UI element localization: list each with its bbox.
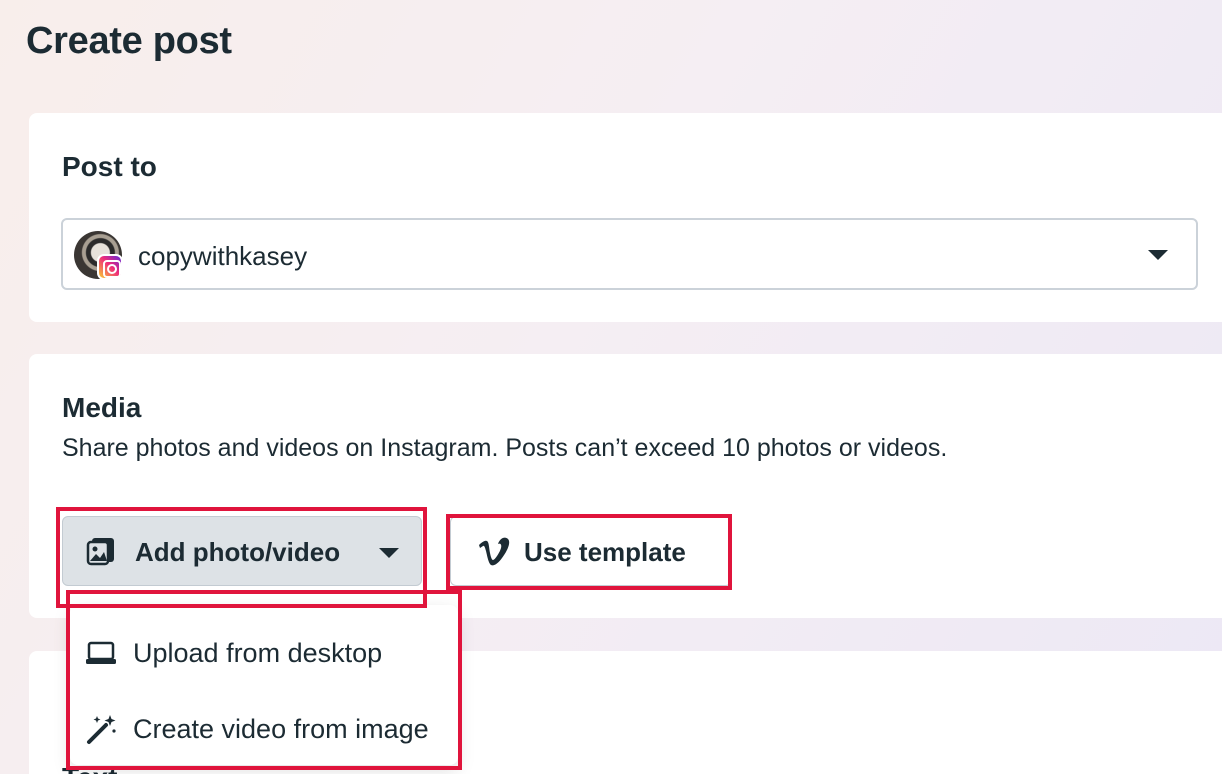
- add-photo-video-button[interactable]: Add photo/video: [62, 516, 422, 586]
- create-video-from-image-label: Create video from image: [133, 714, 429, 744]
- upload-from-desktop-label: Upload from desktop: [133, 638, 383, 668]
- media-title: Media: [62, 392, 142, 423]
- magic-wand-icon: [87, 715, 116, 744]
- menu-item-upload-from-desktop[interactable]: Upload from desktop: [70, 621, 458, 685]
- instagram-icon: [97, 254, 123, 280]
- media-description: Share photos and videos on Instagram. Po…: [62, 434, 948, 462]
- use-template-button[interactable]: Use template: [450, 516, 732, 586]
- page-title: Create post: [26, 20, 232, 62]
- post-to-title: Post to: [62, 151, 157, 182]
- menu-item-create-video-from-image[interactable]: Create video from image: [70, 697, 458, 761]
- chevron-down-icon: [379, 548, 399, 558]
- add-media-dropdown: Upload from desktop Create video from im…: [70, 605, 458, 765]
- selected-account-name: copywithkasey: [138, 241, 308, 271]
- laptop-icon: [86, 641, 116, 664]
- vimeo-icon: [479, 537, 510, 566]
- add-photo-video-label: Add photo/video: [135, 537, 341, 567]
- photo-icon: [86, 538, 114, 566]
- post-to-card: Post to copywithkasey: [29, 113, 1222, 322]
- chevron-down-icon: [1148, 250, 1168, 260]
- use-template-label: Use template: [524, 537, 686, 567]
- account-select[interactable]: copywithkasey: [61, 218, 1198, 290]
